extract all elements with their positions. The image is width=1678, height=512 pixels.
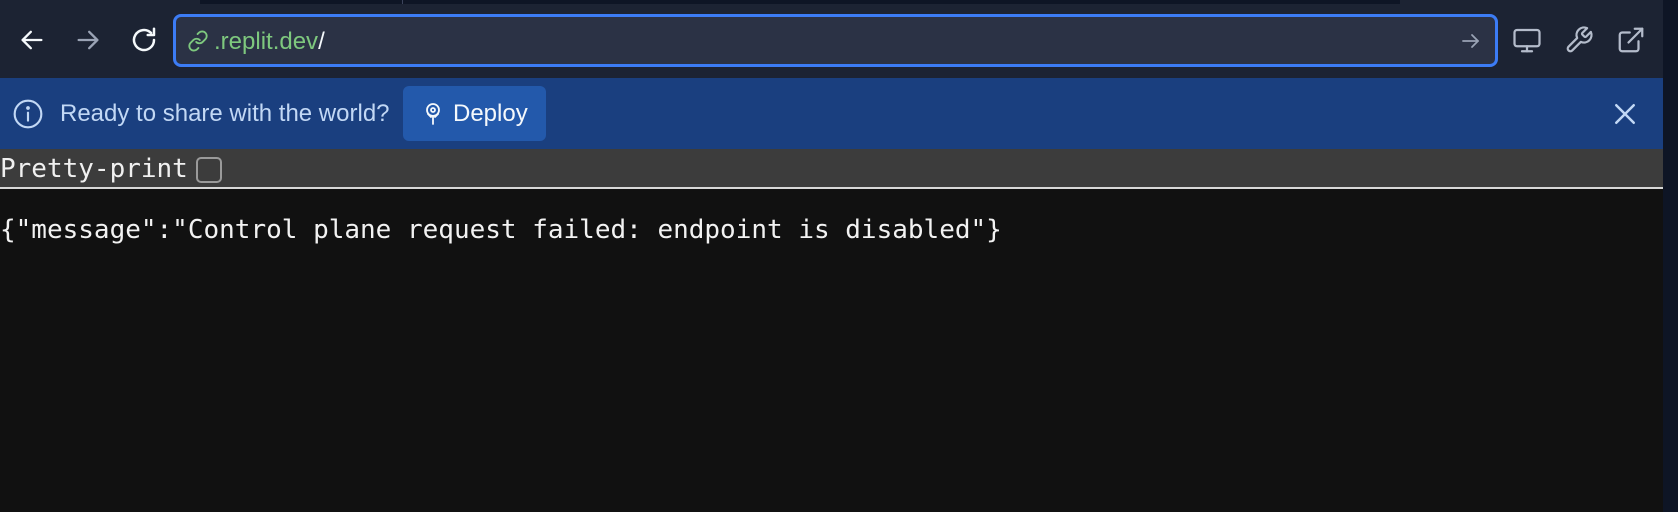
deploy-button[interactable]: Deploy (403, 86, 546, 141)
go-button[interactable] (1459, 29, 1483, 53)
tab-strip-edge (200, 0, 1400, 4)
close-icon[interactable] (1610, 99, 1640, 129)
url-host: .replit.dev (214, 28, 319, 55)
pretty-print-label: Pretty-print (0, 154, 188, 184)
browser-page: .replit.dev/ Ready to share with the wor… (0, 0, 1678, 512)
forward-button[interactable] (68, 20, 108, 60)
json-response-text: {"message":"Control plane request failed… (0, 215, 1002, 245)
url-text: .replit.dev/ (214, 28, 325, 56)
devices-button[interactable] (1511, 24, 1543, 56)
url-path: / (318, 28, 325, 55)
back-button[interactable] (12, 20, 52, 60)
external-link-icon (1618, 27, 1644, 53)
deploy-label: Deploy (453, 100, 528, 127)
link-icon (188, 30, 208, 52)
devtools-button[interactable] (1563, 24, 1595, 56)
arrow-right-icon (77, 30, 99, 50)
monitor-icon (1513, 28, 1541, 53)
wrench-icon (1566, 26, 1593, 53)
open-new-tab-button[interactable] (1615, 24, 1647, 56)
address-bar[interactable]: .replit.dev/ (173, 14, 1498, 67)
reload-icon (132, 27, 156, 52)
reload-button[interactable] (124, 20, 164, 60)
arrow-left-icon (21, 30, 43, 50)
window-edge (1663, 0, 1678, 512)
banner-message: Ready to share with the world? (60, 100, 390, 127)
info-icon (13, 99, 43, 129)
pretty-print-checkbox[interactable] (196, 157, 222, 183)
deploy-banner: Ready to share with the world? Deploy (0, 78, 1663, 149)
deploy-icon (426, 103, 440, 125)
browser-toolbar: .replit.dev/ (0, 0, 1678, 78)
tab-divider (402, 0, 403, 4)
pretty-print-bar: Pretty-print (0, 149, 1663, 189)
